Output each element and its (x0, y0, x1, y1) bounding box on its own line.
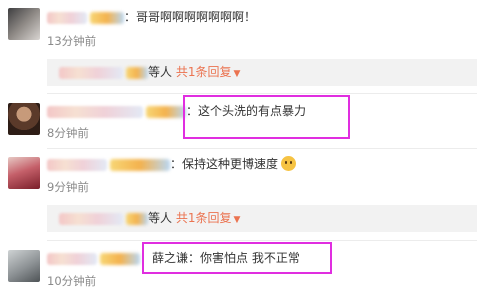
reply-count-link[interactable]: 共1条回复 (176, 211, 232, 225)
divider (47, 93, 477, 94)
reply-usernames-blurred (59, 66, 123, 79)
reply-summary[interactable]: 等人 共1条回复 ▼ (47, 205, 477, 232)
avatar[interactable] (8, 8, 40, 40)
user-badge-icon (90, 11, 124, 24)
comment-text: ：保持这种更博速度 (170, 157, 279, 171)
username-blurred[interactable] (47, 252, 97, 265)
username-blurred[interactable] (47, 105, 143, 118)
comment-time: 9分钟前 (47, 180, 89, 194)
user-badge-icon (126, 66, 148, 79)
user-badge-icon (100, 252, 140, 265)
comment-time: 10分钟前 (47, 274, 97, 288)
avatar[interactable] (8, 250, 40, 282)
reply-summary[interactable]: 等人 共1条回复 ▼ (47, 59, 477, 86)
avatar[interactable] (8, 103, 40, 135)
divider (47, 148, 477, 149)
highlight-box (183, 95, 350, 139)
comment-time: 8分钟前 (47, 126, 89, 140)
username-blurred[interactable] (47, 11, 87, 24)
comment-line: ：哥哥啊啊啊啊啊啊啊！ (47, 9, 256, 25)
comment-time: 13分钟前 (47, 34, 97, 48)
reply-usernames-blurred (59, 212, 123, 225)
comment-text: ：哥哥啊啊啊啊啊啊啊！ (124, 10, 257, 24)
username-blurred[interactable] (47, 158, 107, 171)
surprised-face-icon (281, 156, 297, 171)
chevron-down-icon: ▼ (233, 69, 241, 79)
highlight-box (142, 242, 332, 274)
user-badge-icon (126, 212, 148, 225)
user-badge-icon (146, 105, 186, 118)
reply-suffix: 等人 (148, 211, 173, 225)
chevron-down-icon: ▼ (233, 215, 241, 225)
reply-suffix: 等人 (148, 65, 173, 79)
avatar[interactable] (8, 157, 40, 189)
comment-line: ：保持这种更博速度 (47, 156, 297, 172)
reply-count-link[interactable]: 共1条回复 (176, 65, 232, 79)
user-badge-icon (110, 158, 170, 171)
divider (47, 240, 477, 241)
